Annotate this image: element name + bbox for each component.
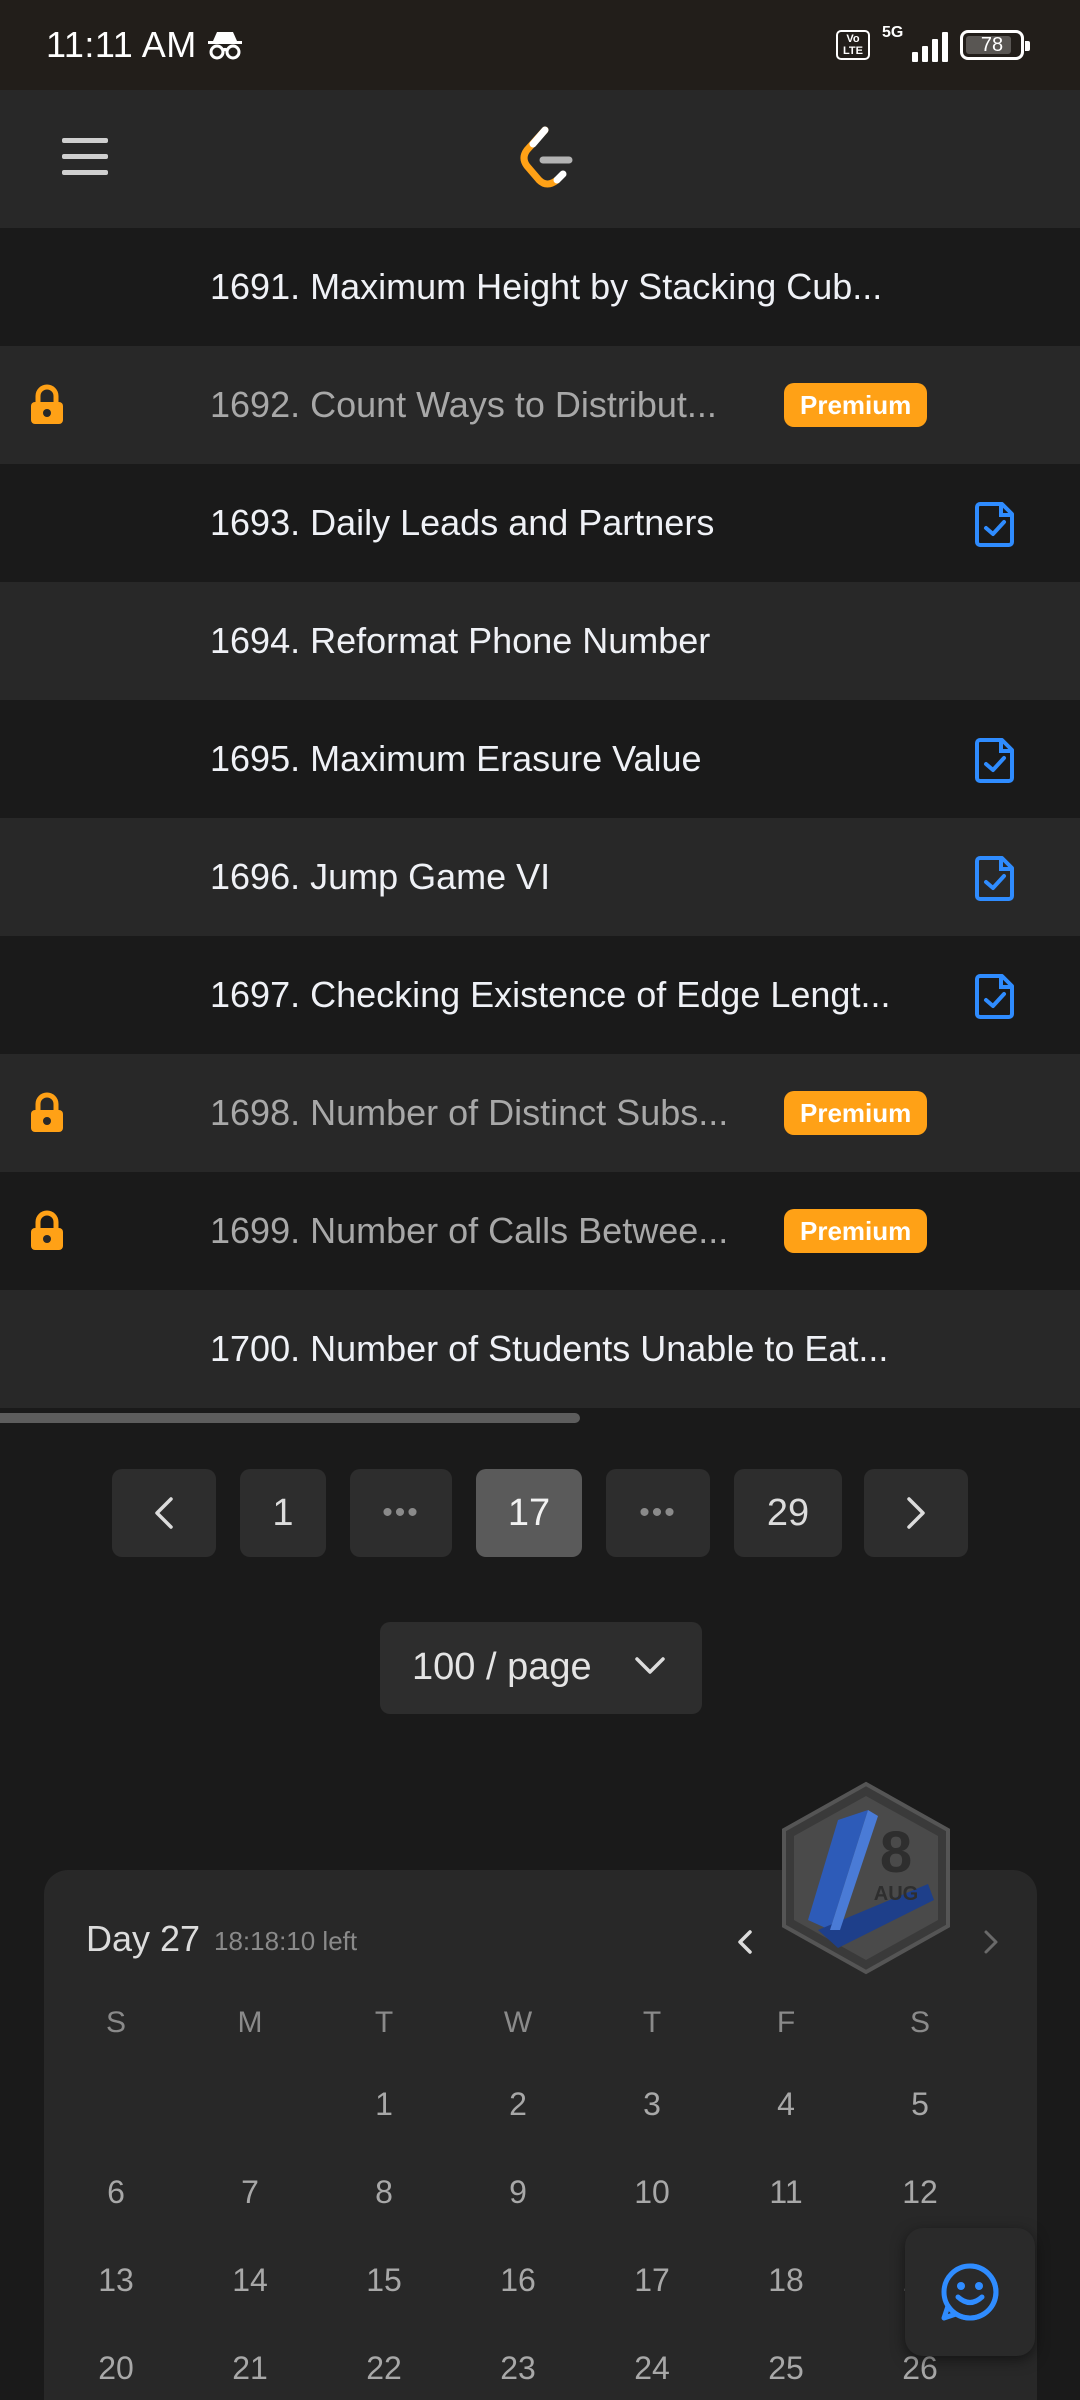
calendar-day[interactable]: 12 [880,2174,960,2211]
calendar-day[interactable]: 11 [746,2174,826,2211]
chevron-right-icon [907,1497,925,1529]
smiley-icon [941,2263,999,2321]
badge-month: AUG [874,1883,918,1905]
next-page-button[interactable] [864,1469,968,1557]
calendar-day[interactable]: 8 [344,2174,424,2211]
page-size-select[interactable]: 100 / page [380,1622,702,1714]
incognito-icon [207,32,242,60]
problem-title[interactable]: 1698. Number of Distinct Subs... [210,1092,728,1134]
weekday-label: S [909,2006,930,2039]
problem-title[interactable]: 1694. Reformat Phone Number [210,620,710,662]
page-button-last[interactable]: 29 [734,1469,842,1557]
status-bar: 11:11 AM Vo LTE 5G 78 [0,0,1080,90]
network-type: 5G [882,24,904,41]
leetcode-logo[interactable] [515,124,575,192]
chevron-down-icon [635,1657,665,1674]
calendar-prev-month-icon[interactable] [730,1924,762,1960]
premium-badge: Premium [784,1209,928,1253]
lock-icon [31,384,63,424]
problem-row[interactable]: 1699. Number of Calls Betwee... Premium [0,1172,1080,1290]
calendar-day[interactable]: 18 [746,2262,826,2299]
calendar-day[interactable]: 3 [612,2086,692,2123]
problem-title[interactable]: 1697. Checking Existence of Edge Lengt..… [210,974,890,1016]
solved-icon [975,502,1014,547]
problem-row[interactable]: 1691. Maximum Height by Stacking Cub... [0,228,1080,346]
calendar-day[interactable]: 22 [344,2350,424,2387]
problem-row[interactable]: 1692. Count Ways to Distribut... Premium [0,346,1080,464]
weekday-label: T [642,2006,662,2039]
problem-title[interactable]: 1696. Jump Game VI [210,856,550,898]
feedback-button[interactable] [905,2228,1035,2356]
problem-title[interactable]: 1699. Number of Calls Betwee... [210,1210,728,1252]
monthly-badge-icon[interactable]: 8 AUG [778,1780,954,1976]
weekday-label: M [237,2006,263,2039]
calendar-day[interactable]: 13 [76,2262,156,2299]
pagination: 1 ••• 17 ••• 29 [0,1469,1080,1557]
chevron-left-icon [155,1497,173,1529]
horizontal-scrollbar[interactable] [0,1413,580,1423]
problem-title[interactable]: 1693. Daily Leads and Partners [210,502,714,544]
calendar-day[interactable]: 6 [76,2174,156,2211]
calendar-day[interactable]: 21 [210,2350,290,2387]
signal-icon: 5G [882,24,948,62]
problem-row[interactable]: 1693. Daily Leads and Partners [0,464,1080,582]
problem-row[interactable]: 1697. Checking Existence of Edge Lengt..… [0,936,1080,1054]
calendar-day[interactable]: 23 [478,2350,558,2387]
problem-title[interactable]: 1695. Maximum Erasure Value [210,738,702,780]
premium-badge: Premium [784,1091,928,1135]
problem-title[interactable]: 1692. Count Ways to Distribut... [210,384,717,426]
calendar-day[interactable]: 16 [478,2262,558,2299]
calendar-day[interactable]: 7 [210,2174,290,2211]
solved-icon [975,738,1014,783]
calendar-time-left: 18:18:10 left [214,1926,358,1956]
calendar-day[interactable]: 14 [210,2262,290,2299]
calendar-day[interactable]: 24 [612,2350,692,2387]
problem-row[interactable]: 1700. Number of Students Unable to Eat..… [0,1290,1080,1408]
menu-icon[interactable] [62,138,108,178]
prev-page-button[interactable] [112,1469,216,1557]
solved-icon [975,856,1014,901]
solved-icon [975,974,1014,1019]
problem-row[interactable]: 1698. Number of Distinct Subs... Premium [0,1054,1080,1172]
lock-icon [31,1092,63,1132]
problem-row[interactable]: 1694. Reformat Phone Number [0,582,1080,700]
calendar-day[interactable]: 10 [612,2174,692,2211]
calendar-day[interactable]: 15 [344,2262,424,2299]
problem-list: 1691. Maximum Height by Stacking Cub... 1… [0,228,1080,1408]
calendar-day-label: Day 27 [86,1918,201,1959]
calendar-day[interactable]: 5 [880,2086,960,2123]
calendar-day[interactable]: 25 [746,2350,826,2387]
calendar-next-month-icon[interactable] [974,1924,1006,1960]
calendar-day[interactable]: 2 [478,2086,558,2123]
page-button-first[interactable]: 1 [240,1469,326,1557]
problem-title[interactable]: 1691. Maximum Height by Stacking Cub... [210,266,882,308]
status-time: 11:11 AM [46,24,197,65]
page-button-current[interactable]: 17 [476,1469,582,1557]
problem-row[interactable]: 1695. Maximum Erasure Value [0,700,1080,818]
battery-icon: 78 [960,30,1030,60]
app-header [0,90,1080,228]
badge-day: 8 [880,1820,912,1885]
page-size-value: 100 / page [412,1646,592,1688]
weekday-label: F [776,2006,796,2039]
calendar-day[interactable]: 4 [746,2086,826,2123]
volte-icon: Vo LTE [836,30,870,60]
calendar-day[interactable]: 20 [76,2350,156,2387]
premium-badge: Premium [784,383,928,427]
page-ellipsis-next[interactable]: ••• [606,1469,710,1557]
page-ellipsis-prev[interactable]: ••• [350,1469,452,1557]
weekday-label: S [105,2006,126,2039]
battery-level: 78 [980,33,1004,56]
problem-row[interactable]: 1696. Jump Game VI [0,818,1080,936]
lock-icon [31,1210,63,1250]
weekday-label: T [374,2006,394,2039]
calendar-day[interactable]: 17 [612,2262,692,2299]
calendar-day[interactable]: 9 [478,2174,558,2211]
calendar-day[interactable]: 1 [344,2086,424,2123]
problem-title[interactable]: 1700. Number of Students Unable to Eat..… [210,1328,888,1370]
weekday-label: W [503,2006,533,2039]
